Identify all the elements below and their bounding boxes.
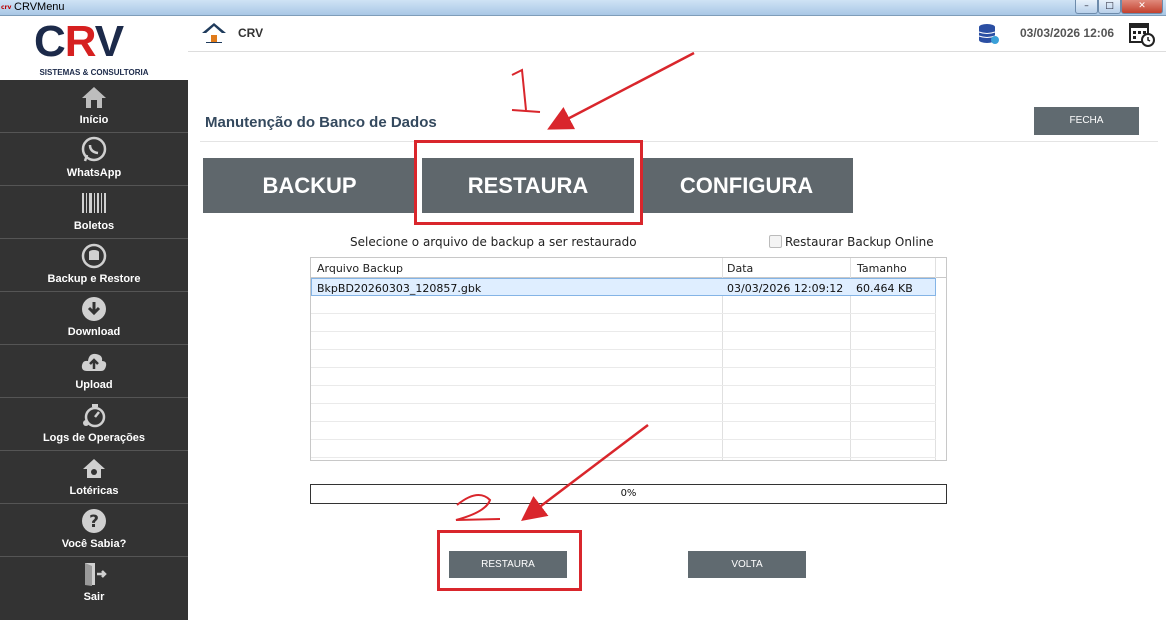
sidebar-item-backup-restore[interactable]: Backup e Restore: [0, 239, 188, 292]
sidebar-item-download[interactable]: Download: [0, 292, 188, 345]
cell-size: 60.464 KB: [856, 282, 913, 295]
page-title: Manutenção do Banco de Dados: [205, 114, 437, 131]
column-header-size[interactable]: Tamanho: [857, 262, 907, 275]
sidebar-item-upload[interactable]: Upload: [0, 345, 188, 398]
table-row-empty: [311, 314, 936, 332]
table-row-empty: [311, 404, 936, 422]
table-row[interactable]: BkpBD20260303_120857.gbk 03/03/2026 12:0…: [311, 278, 936, 296]
svg-text:?: ?: [89, 512, 99, 532]
table-row-empty: [311, 350, 936, 368]
sidebar-item-lotericas[interactable]: Lotéricas: [0, 451, 188, 504]
volta-button[interactable]: VOLTA: [688, 551, 806, 578]
datetime-display: 03/03/2026 12:06: [1020, 26, 1115, 40]
table-row-empty: [311, 422, 936, 440]
home-icon[interactable]: [201, 22, 227, 48]
top-bar: CRV 03/03/2026 12:06: [188, 16, 1166, 52]
sidebar-item-voce-sabia[interactable]: ? Você Sabia?: [0, 504, 188, 557]
backup-files-table[interactable]: Arquivo Backup Data Tamanho BkpBD2026030…: [310, 257, 947, 461]
window-titlebar: crv CRVMenu – □ ✕: [0, 0, 1166, 16]
sidebar-item-label: Backup e Restore: [47, 273, 141, 285]
sidebar-item-boletos[interactable]: Boletos: [0, 186, 188, 239]
annotation-box-step1: [414, 140, 643, 225]
cell-file: BkpBD20260303_120857.gbk: [317, 282, 482, 295]
sidebar-item-label: Você Sabia?: [61, 538, 127, 550]
sidebar: CRV SISTEMAS & CONSULTORIA Início WhatsA…: [0, 16, 188, 620]
sidebar-item-inicio[interactable]: Início: [0, 80, 188, 133]
select-file-label: Selecione o arquivo de backup a ser rest…: [350, 235, 637, 249]
window-title: CRVMenu: [14, 1, 65, 13]
sidebar-item-sair[interactable]: Sair: [0, 557, 188, 610]
question-icon: ?: [80, 507, 108, 535]
column-header-date[interactable]: Data: [727, 262, 753, 275]
sidebar-item-label: Download: [67, 326, 121, 338]
tab-backup[interactable]: BACKUP: [203, 158, 416, 213]
progress-bar: 0%: [310, 484, 947, 504]
progress-label: 0%: [620, 488, 637, 499]
sidebar-item-whatsapp[interactable]: WhatsApp: [0, 133, 188, 186]
sidebar-item-label: WhatsApp: [66, 167, 122, 179]
table-row-empty: [311, 368, 936, 386]
calendar-clock-icon[interactable]: [1128, 20, 1156, 52]
sidebar-item-label: Início: [79, 114, 109, 126]
tab-configura[interactable]: CONFIGURA: [640, 158, 853, 213]
exit-icon: [80, 560, 108, 588]
loterica-icon: [80, 454, 108, 482]
annotation-number-1: [511, 68, 541, 113]
table-row-empty: [311, 332, 936, 350]
sidebar-item-label: Boletos: [73, 220, 115, 232]
logo-text: CRV: [34, 17, 124, 66]
logs-icon: [80, 401, 108, 429]
whatsapp-icon: [80, 136, 108, 164]
table-row-empty: [311, 440, 936, 458]
table-row-empty: [311, 386, 936, 404]
sidebar-item-label: Lotéricas: [69, 485, 119, 497]
home-icon: [80, 83, 108, 111]
app-icon: crv: [1, 4, 12, 11]
sidebar-item-label: Logs de Operações: [42, 432, 146, 444]
download-icon: [80, 295, 108, 323]
restore-online-label[interactable]: Restaurar Backup Online: [785, 235, 934, 249]
backup-restore-icon: [80, 242, 108, 270]
maximize-button[interactable]: □: [1098, 0, 1121, 14]
restore-online-checkbox[interactable]: [769, 235, 782, 248]
close-window-button[interactable]: ✕: [1121, 0, 1163, 14]
breadcrumb: CRV: [238, 26, 264, 40]
minimize-button[interactable]: –: [1075, 0, 1098, 14]
table-row-empty: [311, 296, 936, 314]
barcode-icon: [80, 189, 108, 217]
close-button[interactable]: FECHA: [1034, 107, 1139, 135]
annotation-arrow-step1: [547, 51, 695, 130]
sidebar-item-label: Sair: [83, 591, 105, 603]
logo: CRV SISTEMAS & CONSULTORIA: [0, 16, 188, 80]
sidebar-item-label: Upload: [75, 379, 113, 391]
divider: [200, 141, 1158, 142]
sidebar-item-logs[interactable]: Logs de Operações: [0, 398, 188, 451]
upload-icon: [80, 348, 108, 376]
cell-date: 03/03/2026 12:09:12: [727, 282, 844, 295]
database-icon[interactable]: [978, 23, 1000, 49]
annotation-box-step2: [437, 530, 582, 591]
logo-subtitle: SISTEMAS & CONSULTORIA: [39, 68, 149, 77]
column-header-file[interactable]: Arquivo Backup: [317, 262, 403, 275]
